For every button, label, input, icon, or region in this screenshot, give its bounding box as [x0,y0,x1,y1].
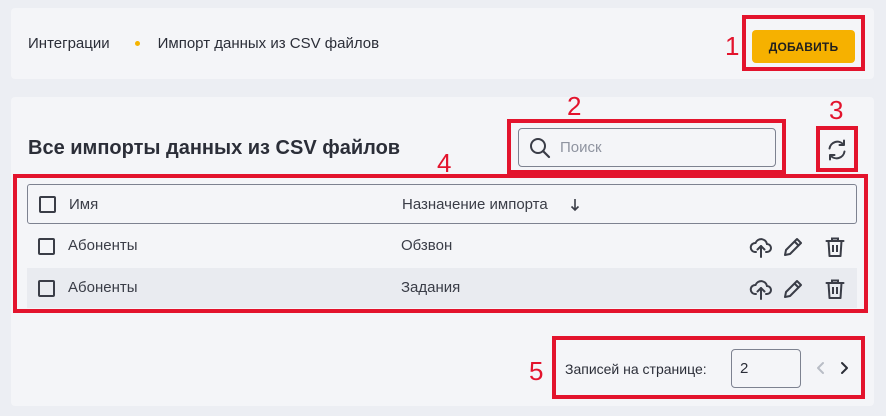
breadcrumb-item-integrations[interactable]: Интеграции [28,35,110,52]
top-bar: Интеграции Импорт данных из CSV файлов Д… [11,8,874,79]
annotation-number-3: 3 [829,95,844,125]
select-all-checkbox[interactable] [39,196,56,213]
upload-button[interactable] [749,235,773,259]
table-row[interactable]: Абоненты Задания [27,268,857,308]
table-header: Имя Назначение импорта [27,184,857,224]
row-purpose: Задания [401,279,461,296]
search-icon [529,137,551,159]
row-name: Абоненты [68,237,138,254]
sort-arrow-icon[interactable] [569,198,581,212]
row-checkbox[interactable] [38,280,55,297]
annotation-number-4: 4 [437,148,452,178]
edit-icon [784,280,802,298]
per-page-input[interactable] [731,349,801,388]
page-title: Все импорты данных из CSV файлов [28,137,401,159]
edit-icon [784,238,802,256]
search-box[interactable] [518,128,776,167]
column-header-purpose[interactable]: Назначение импорта [402,196,548,213]
delete-button[interactable] [823,235,847,259]
edit-button[interactable] [781,277,805,301]
chevron-right-icon [841,362,848,374]
refresh-button[interactable] [824,137,850,163]
row-name: Абоненты [68,279,138,296]
breadcrumb: Интеграции Импорт данных из CSV файлов [28,35,379,52]
next-page-button[interactable] [834,357,854,379]
chevron-left-icon [817,362,824,374]
delete-icon [825,279,845,299]
breadcrumb-item-csv-import: Импорт данных из CSV файлов [157,35,380,52]
table-row[interactable]: Абоненты Обзвон [27,226,857,266]
refresh-icon [828,139,846,161]
annotation-number-1: 1 [725,31,740,61]
row-checkbox[interactable] [38,238,55,255]
search-input[interactable] [560,139,760,156]
delete-icon [825,237,845,257]
breadcrumb-separator [134,41,140,46]
imports-panel: Все импорты данных из CSV файлов Имя Наз… [11,97,874,406]
row-purpose: Обзвон [401,237,453,254]
annotation-number-5: 5 [529,356,544,386]
upload-icon [749,238,772,258]
edit-button[interactable] [781,235,805,259]
column-header-name[interactable]: Имя [69,196,98,213]
add-button[interactable]: ДОБАВИТЬ [752,30,855,63]
pagination-label: Записей на странице: [565,361,707,377]
prev-page-button[interactable] [811,357,831,379]
upload-icon [749,280,772,300]
delete-button[interactable] [823,277,847,301]
annotation-number-2: 2 [567,91,582,121]
upload-button[interactable] [749,277,773,301]
